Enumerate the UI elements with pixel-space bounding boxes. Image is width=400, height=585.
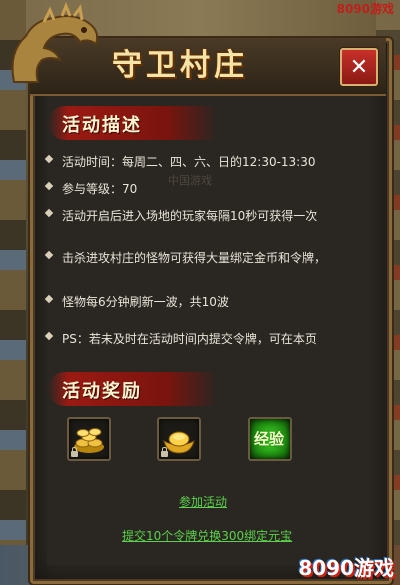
desc-item-waves: 怪物每6分钟刷新一波，共10波: [44, 293, 229, 310]
reward-slot-experience[interactable]: 经验: [248, 417, 292, 461]
description-header: 活动描述: [48, 106, 218, 140]
lock-icon: [71, 447, 78, 457]
exchange-tokens-link[interactable]: 提交10个令牌兑换300绑定元宝: [122, 527, 292, 544]
dragon-ornament-icon: [11, 2, 99, 83]
experience-icon: 经验: [254, 430, 285, 448]
close-button[interactable]: ✕: [340, 48, 378, 86]
desc-item-time: 活动时间：每周二、四、六、日的12:30-13:30: [44, 153, 316, 170]
reward-slot-gold-ingot[interactable]: [157, 417, 201, 461]
close-icon: ✕: [349, 54, 369, 80]
window-title: 守卫村庄: [112, 48, 248, 83]
rewards-header: 活动奖励: [48, 372, 218, 406]
description-header-label: 活动描述: [62, 115, 142, 136]
site-header-text: 8090游戏: [336, 2, 394, 16]
faded-watermark-text: 中国游戏: [168, 174, 212, 187]
rewards-header-label: 活动奖励: [62, 381, 142, 402]
reward-slot-gold-coins[interactable]: [67, 417, 111, 461]
desc-item-reward-interval: 活动开启后进入场地的玩家每隔10秒可获得一次: [44, 207, 317, 224]
desc-item-kill-monsters: 击杀进攻村庄的怪物可获得大量绑定金币和令牌，: [44, 249, 326, 266]
lock-icon: [161, 447, 168, 457]
join-activity-link[interactable]: 参加活动: [179, 493, 227, 510]
desc-item-ps: PS：若未及时在活动时间内提交令牌，可在本页: [44, 330, 317, 347]
site-watermark: 8090游戏: [298, 556, 394, 580]
desc-item-level: 参与等级：70: [44, 180, 137, 197]
